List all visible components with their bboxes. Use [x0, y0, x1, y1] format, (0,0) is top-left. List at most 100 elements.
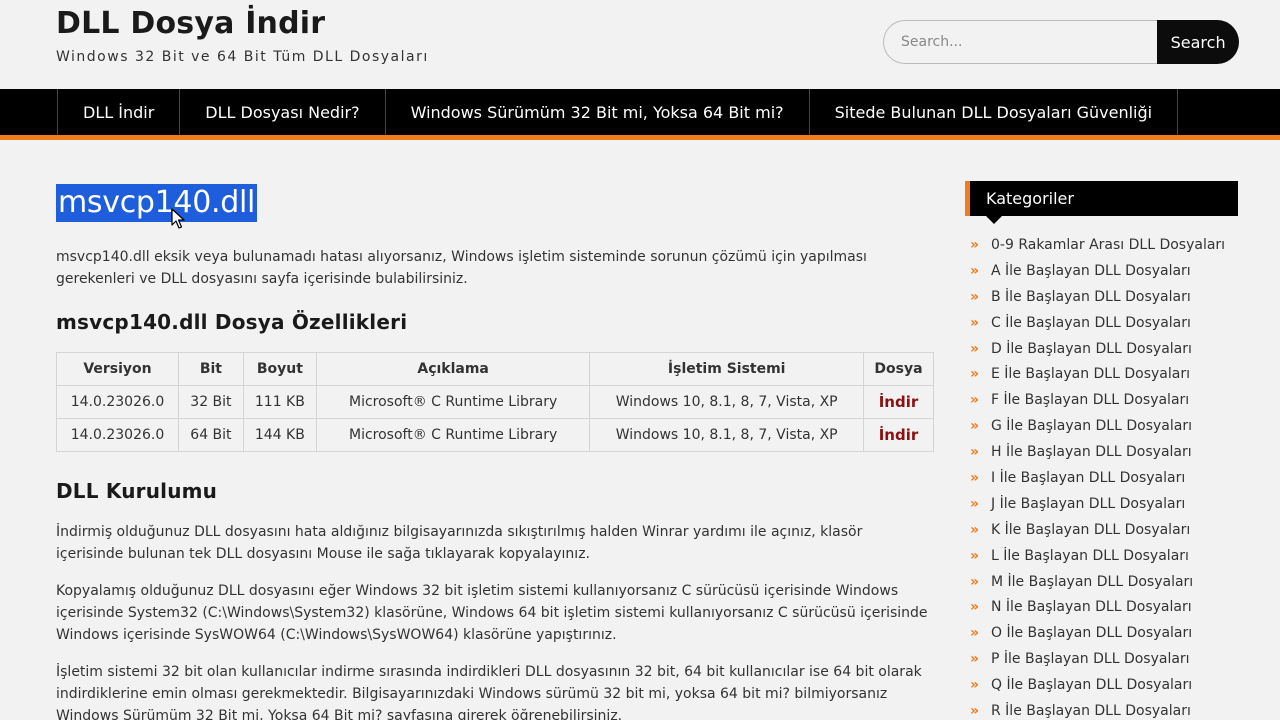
col-header-versiyon: Versiyon: [56, 352, 179, 386]
download-link-64bit[interactable]: İndir: [879, 426, 919, 444]
category-item[interactable]: » N İle Başlayan DLL Dosyaları: [965, 594, 1225, 620]
site-tagline: Windows 32 Bit ve 64 Bit Tüm DLL Dosyala…: [56, 49, 429, 65]
category-label: O İle Başlayan DLL Dosyaları: [991, 625, 1193, 642]
category-item[interactable]: » M İle Başlayan DLL Dosyaları: [965, 569, 1225, 595]
double-chevron-right-icon: »: [970, 573, 980, 590]
col-header-aciklama: Açıklama: [315, 352, 591, 386]
main-nav: DLL İndir DLL Dosyası Nedir? Windows Sür…: [0, 89, 1280, 140]
double-chevron-right-icon: »: [970, 262, 980, 279]
download-link-32bit[interactable]: İndir: [879, 393, 919, 411]
category-item[interactable]: » D İle Başlayan DLL Dosyaları: [965, 336, 1225, 362]
col-header-bit: Bit: [177, 352, 244, 386]
install-paragraph-3: İşletim sistemi 32 bit olan kullanıcılar…: [56, 664, 922, 720]
category-item[interactable]: » P İle Başlayan DLL Dosyaları: [965, 646, 1225, 672]
category-item[interactable]: » B İle Başlayan DLL Dosyaları: [965, 284, 1225, 310]
intro-paragraph: msvcp140.dll eksik veya bulunamadı hatas…: [56, 249, 867, 287]
cell-isletim-sistemi: Windows 10, 8.1, 8, 7, Vista, XP: [589, 385, 864, 419]
category-item[interactable]: » F İle Başlayan DLL Dosyaları: [965, 387, 1225, 413]
category-item[interactable]: » G İle Başlayan DLL Dosyaları: [965, 413, 1225, 439]
nav-item-dll-indir[interactable]: DLL İndir: [58, 89, 181, 135]
col-header-isletim-sistemi: İşletim Sistemi: [589, 352, 864, 386]
category-label: F İle Başlayan DLL Dosyaları: [991, 392, 1190, 409]
category-item[interactable]: » 0-9 Rakamlar Arası DLL Dosyaları: [965, 232, 1225, 258]
double-chevron-right-icon: »: [970, 521, 980, 538]
category-item[interactable]: » O İle Başlayan DLL Dosyaları: [965, 620, 1225, 646]
category-item[interactable]: » J İle Başlayan DLL Dosyaları: [965, 491, 1225, 517]
sidebar: Kategoriler » 0-9 Rakamlar Arası DLL Dosy…: [965, 181, 1238, 719]
category-label: G İle Başlayan DLL Dosyaları: [991, 418, 1192, 435]
nav-list: DLL İndir DLL Dosyası Nedir? Windows Sür…: [57, 89, 1179, 135]
nav-item-windows-surum[interactable]: Windows Sürümüm 32 Bit mi, Yoksa 64 Bit …: [386, 89, 810, 135]
search-button[interactable]: Search: [1157, 20, 1239, 64]
category-item[interactable]: » C İle Başlayan DLL Dosyaları: [965, 310, 1225, 336]
category-label: L İle Başlayan DLL Dosyaları: [991, 547, 1189, 564]
category-item[interactable]: » K İle Başlayan DLL Dosyaları: [965, 517, 1225, 543]
category-label: Q İle Başlayan DLL Dosyaları: [991, 677, 1193, 694]
category-label: P İle Başlayan DLL Dosyaları: [991, 651, 1190, 668]
double-chevron-right-icon: »: [970, 495, 980, 512]
cell-boyut: 144 KB: [242, 418, 317, 452]
cell-dosya: İndir: [862, 418, 935, 452]
category-item[interactable]: » E İle Başlayan DLL Dosyaları: [965, 361, 1225, 387]
cell-isletim-sistemi: Windows 10, 8.1, 8, 7, Vista, XP: [589, 418, 864, 452]
table-row: 14.0.23026.0 32 Bit 111 KB Microsoft® C …: [56, 385, 935, 419]
category-item[interactable]: » L İle Başlayan DLL Dosyaları: [965, 543, 1225, 569]
category-label: 0-9 Rakamlar Arası DLL Dosyaları: [991, 237, 1226, 253]
site-title[interactable]: DLL Dosya İndir: [56, 6, 325, 41]
category-label: R İle Başlayan DLL Dosyaları: [991, 703, 1191, 720]
category-item[interactable]: » A İle Başlayan DLL Dosyaları: [965, 258, 1225, 284]
category-label: A İle Başlayan DLL Dosyaları: [991, 262, 1191, 279]
cell-bit: 64 Bit: [177, 418, 244, 452]
double-chevron-right-icon: »: [970, 547, 980, 564]
cell-bit: 32 Bit: [177, 385, 244, 419]
search-input[interactable]: [883, 20, 1158, 64]
category-item[interactable]: » I İle Başlayan DLL Dosyaları: [965, 465, 1225, 491]
search-form: Search: [883, 20, 1239, 64]
categories-widget-title: Kategoriler: [965, 181, 1238, 224]
category-label: N İle Başlayan DLL Dosyaları: [991, 599, 1192, 616]
mouse-cursor-icon: [171, 208, 185, 229]
page-title: msvcp140.dll: [56, 184, 258, 222]
category-item[interactable]: » R İle Başlayan DLL Dosyaları: [965, 698, 1225, 720]
double-chevron-right-icon: »: [970, 444, 980, 461]
col-header-boyut: Boyut: [242, 352, 317, 386]
category-label: B İle Başlayan DLL Dosyaları: [991, 288, 1191, 305]
col-header-dosya: Dosya: [862, 352, 935, 386]
double-chevron-right-icon: »: [970, 703, 980, 720]
double-chevron-right-icon: »: [970, 470, 980, 487]
category-label: I İle Başlayan DLL Dosyaları: [991, 470, 1186, 487]
cell-versiyon: 14.0.23026.0: [56, 418, 179, 452]
nav-item-guvenlik[interactable]: Sitede Bulunan DLL Dosyaları Güvenliği: [810, 89, 1179, 135]
cell-aciklama: Microsoft® C Runtime Library: [315, 418, 591, 452]
install-heading: DLL Kurulumu: [56, 479, 218, 503]
nav-item-dll-nedir[interactable]: DLL Dosyası Nedir?: [180, 89, 386, 135]
double-chevron-right-icon: »: [970, 599, 980, 616]
category-label: J İle Başlayan DLL Dosyaları: [991, 495, 1186, 512]
category-label: C İle Başlayan DLL Dosyaları: [991, 314, 1191, 331]
install-paragraph-2: Kopyalamış olduğunuz DLL dosyasını eğer …: [56, 583, 928, 643]
double-chevron-right-icon: »: [970, 314, 980, 331]
category-label: H İle Başlayan DLL Dosyaları: [991, 444, 1192, 461]
double-chevron-right-icon: »: [970, 237, 980, 253]
category-label: E İle Başlayan DLL Dosyaları: [991, 366, 1190, 383]
cell-versiyon: 14.0.23026.0: [56, 385, 179, 419]
double-chevron-right-icon: »: [970, 340, 980, 357]
category-item[interactable]: » Q İle Başlayan DLL Dosyaları: [965, 672, 1225, 698]
categories-list: » 0-9 Rakamlar Arası DLL Dosyaları » A İle …: [965, 232, 1225, 720]
double-chevron-right-icon: »: [970, 677, 980, 694]
properties-heading: msvcp140.dll Dosya Özellikleri: [56, 310, 408, 334]
double-chevron-right-icon: »: [970, 288, 980, 305]
category-item[interactable]: » H İle Başlayan DLL Dosyaları: [965, 439, 1225, 465]
double-chevron-right-icon: »: [970, 651, 980, 668]
table-header-row: Versiyon Bit Boyut Açıklama İşletim Sist…: [56, 352, 935, 386]
double-chevron-right-icon: »: [970, 625, 980, 642]
double-chevron-right-icon: »: [970, 418, 980, 435]
category-label: D İle Başlayan DLL Dosyaları: [991, 340, 1192, 357]
dll-properties-table: Versiyon Bit Boyut Açıklama İşletim Sist…: [56, 352, 935, 452]
cell-boyut: 111 KB: [242, 385, 317, 419]
install-paragraph-1: İndirmiş olduğunuz DLL dosyasını hata al…: [56, 524, 863, 562]
site-header: DLL Dosya İndir Windows 32 Bit ve 64 Bit…: [0, 0, 1280, 89]
cell-aciklama: Microsoft® C Runtime Library: [315, 385, 591, 419]
double-chevron-right-icon: »: [970, 366, 980, 383]
category-label: K İle Başlayan DLL Dosyaları: [991, 521, 1191, 538]
